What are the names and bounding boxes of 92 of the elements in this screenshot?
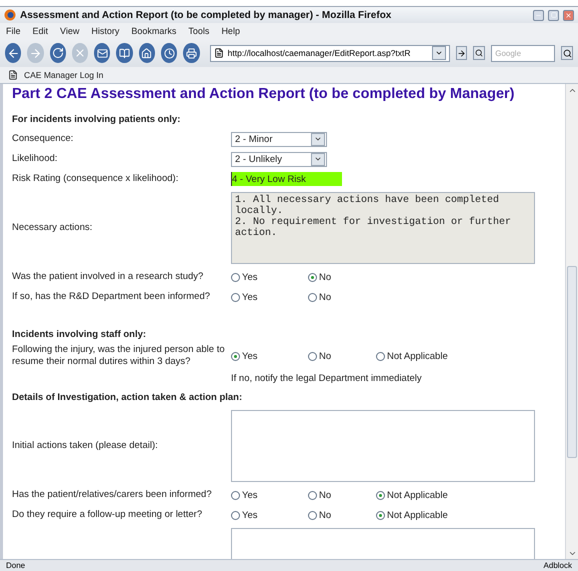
back-icon	[6, 46, 20, 60]
book-button[interactable]	[116, 43, 133, 63]
status-text: Done	[6, 561, 26, 570]
maximize-icon	[550, 12, 556, 18]
history-button[interactable]	[161, 43, 178, 63]
close-icon	[565, 12, 572, 18]
question-label: Has the patient/relatives/carers been informed?	[12, 489, 213, 501]
clock-icon	[164, 48, 175, 58]
radio-option[interactable]: No	[308, 292, 376, 302]
radio-option[interactable]: No	[308, 350, 376, 362]
dropdown-button[interactable]	[432, 46, 446, 60]
radio-option[interactable]: No	[308, 510, 376, 520]
print-button[interactable]	[183, 43, 200, 63]
note-text: If no, notify the legal Department immediately	[231, 372, 423, 384]
page-icon	[214, 48, 224, 58]
menu-item[interactable]: File	[6, 26, 21, 36]
section-heading: Details of Investigation, action taken & action plan:	[12, 391, 244, 405]
menu-item[interactable]: Help	[221, 26, 240, 36]
radio-button[interactable]	[308, 292, 317, 302]
arrow-icon	[457, 48, 466, 58]
radio-button[interactable]	[231, 292, 240, 302]
field-label: Initial actions taken (please detail):	[12, 440, 159, 452]
radio-button[interactable]	[308, 510, 317, 520]
menu-item[interactable]: Tools	[188, 26, 210, 36]
home-button[interactable]	[138, 43, 156, 63]
radio-button[interactable]	[231, 352, 240, 360]
field-label: Risk Rating (consequence x likelihood):	[12, 173, 180, 185]
minimize-button[interactable]	[533, 10, 544, 20]
forward-icon	[28, 46, 42, 60]
caret-icon	[314, 135, 322, 143]
dropdown[interactable]: 2 - Unlikely	[231, 152, 327, 166]
radio-option[interactable]: Not Applicable	[376, 490, 486, 500]
search-engine-button[interactable]	[473, 46, 486, 60]
search-button[interactable]	[561, 46, 574, 60]
radio-button[interactable]	[308, 490, 317, 500]
printer-icon	[186, 48, 198, 58]
caret-icon	[314, 155, 322, 163]
maximize-button[interactable]	[548, 10, 559, 20]
book-icon	[119, 48, 130, 58]
radio-option[interactable]: Not Applicable	[376, 350, 486, 362]
go-button[interactable]	[456, 46, 468, 60]
menu-item[interactable]: History	[91, 26, 120, 36]
page-heading: Part 2 CAE Assessment and Action Report (to be completed by Manager)	[12, 86, 516, 102]
reload-icon	[52, 47, 64, 59]
radio-button[interactable]	[231, 272, 240, 282]
question-label: If so, has the R&D Department been informed?	[12, 291, 212, 303]
search-icon	[475, 49, 484, 57]
menu-item[interactable]: Bookmarks	[131, 26, 176, 36]
stop-icon	[74, 47, 86, 59]
risk-rating: 4 - Very Low Risk	[231, 172, 342, 186]
radio-button[interactable]	[308, 272, 317, 282]
address-bar[interactable]: http://localhost/caemanager/EditReport.asp?txtR	[210, 44, 450, 62]
field-label: Necessary actions:	[12, 222, 94, 234]
search-field[interactable]: Google	[491, 44, 556, 62]
radio-option[interactable]: Yes	[231, 292, 308, 302]
caret-icon	[434, 49, 443, 57]
bookmark-link[interactable]: CAE Manager Log In	[8, 70, 104, 80]
page-icon	[8, 70, 18, 80]
field-label: Consequence:	[12, 133, 74, 145]
radio-option[interactable]: No	[308, 272, 376, 282]
radio-button[interactable]	[231, 490, 240, 500]
radio-button[interactable]	[231, 510, 240, 520]
field-label: Likelihood:	[12, 153, 58, 165]
question-label: Was the patient involved in a research study?	[12, 271, 204, 283]
scrollbar[interactable]	[565, 84, 578, 559]
section-heading: For incidents involving patients only:	[12, 113, 182, 127]
mail-icon	[96, 48, 108, 58]
radio-button[interactable]	[376, 510, 385, 520]
radio-option[interactable]: Yes	[231, 490, 308, 500]
radio-option[interactable]: Yes	[231, 272, 308, 282]
window-title: Assessment and Action Report (to be completed by manager) - Mozilla Firefox	[20, 10, 392, 20]
radio-option[interactable]: Yes	[231, 510, 308, 520]
radio-option[interactable]: Not Applicable	[376, 510, 486, 520]
search-icon	[562, 48, 572, 58]
addon-label: Adblock	[544, 561, 572, 570]
menu-item[interactable]: View	[60, 26, 80, 36]
radio-option[interactable]: Yes	[231, 350, 308, 362]
radio-button[interactable]	[308, 352, 317, 360]
close-button[interactable]	[563, 10, 574, 20]
browser-logo-icon	[4, 9, 16, 21]
question-label: Following the injury, was the injured person able to resume their normal dutires within 3 days?	[12, 344, 226, 368]
mail-button[interactable]	[94, 43, 110, 63]
reload-button[interactable]	[50, 43, 66, 63]
section-heading: Incidents involving staff only:	[12, 328, 148, 342]
radio-button[interactable]	[376, 352, 385, 360]
dropdown[interactable]: 2 - Minor	[231, 132, 327, 146]
question-label: Do they require a follow-up meeting or letter?	[12, 509, 204, 521]
home-icon	[141, 48, 152, 58]
menu-item[interactable]: Edit	[32, 26, 48, 36]
back-button[interactable]	[5, 43, 22, 63]
radio-option[interactable]: No	[308, 490, 376, 500]
radio-button[interactable]	[376, 490, 385, 500]
